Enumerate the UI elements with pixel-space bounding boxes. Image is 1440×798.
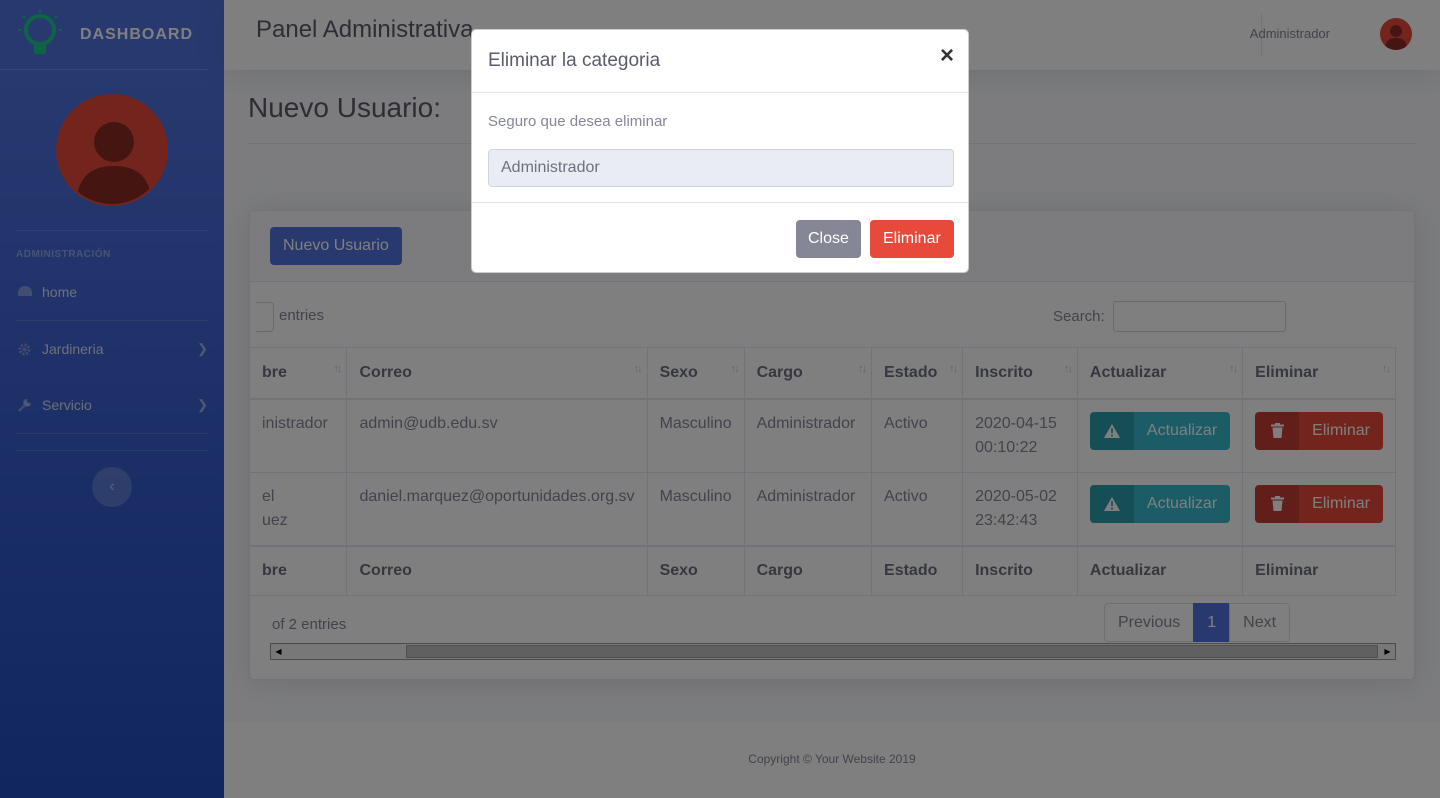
modal-header: Eliminar la categoria ×	[472, 30, 968, 93]
modal-title: Eliminar la categoria	[488, 50, 661, 71]
modal-question: Seguro que desea eliminar	[488, 113, 668, 130]
modal-body: Seguro que desea eliminar Administrador	[472, 93, 968, 203]
modal-close-button[interactable]: Close	[796, 220, 861, 258]
modal-confirm-delete-button[interactable]: Eliminar	[870, 220, 954, 258]
close-icon[interactable]: ×	[940, 44, 954, 68]
delete-modal: Eliminar la categoria × Seguro que desea…	[471, 29, 969, 273]
delete-target-field[interactable]: Administrador	[488, 149, 954, 187]
